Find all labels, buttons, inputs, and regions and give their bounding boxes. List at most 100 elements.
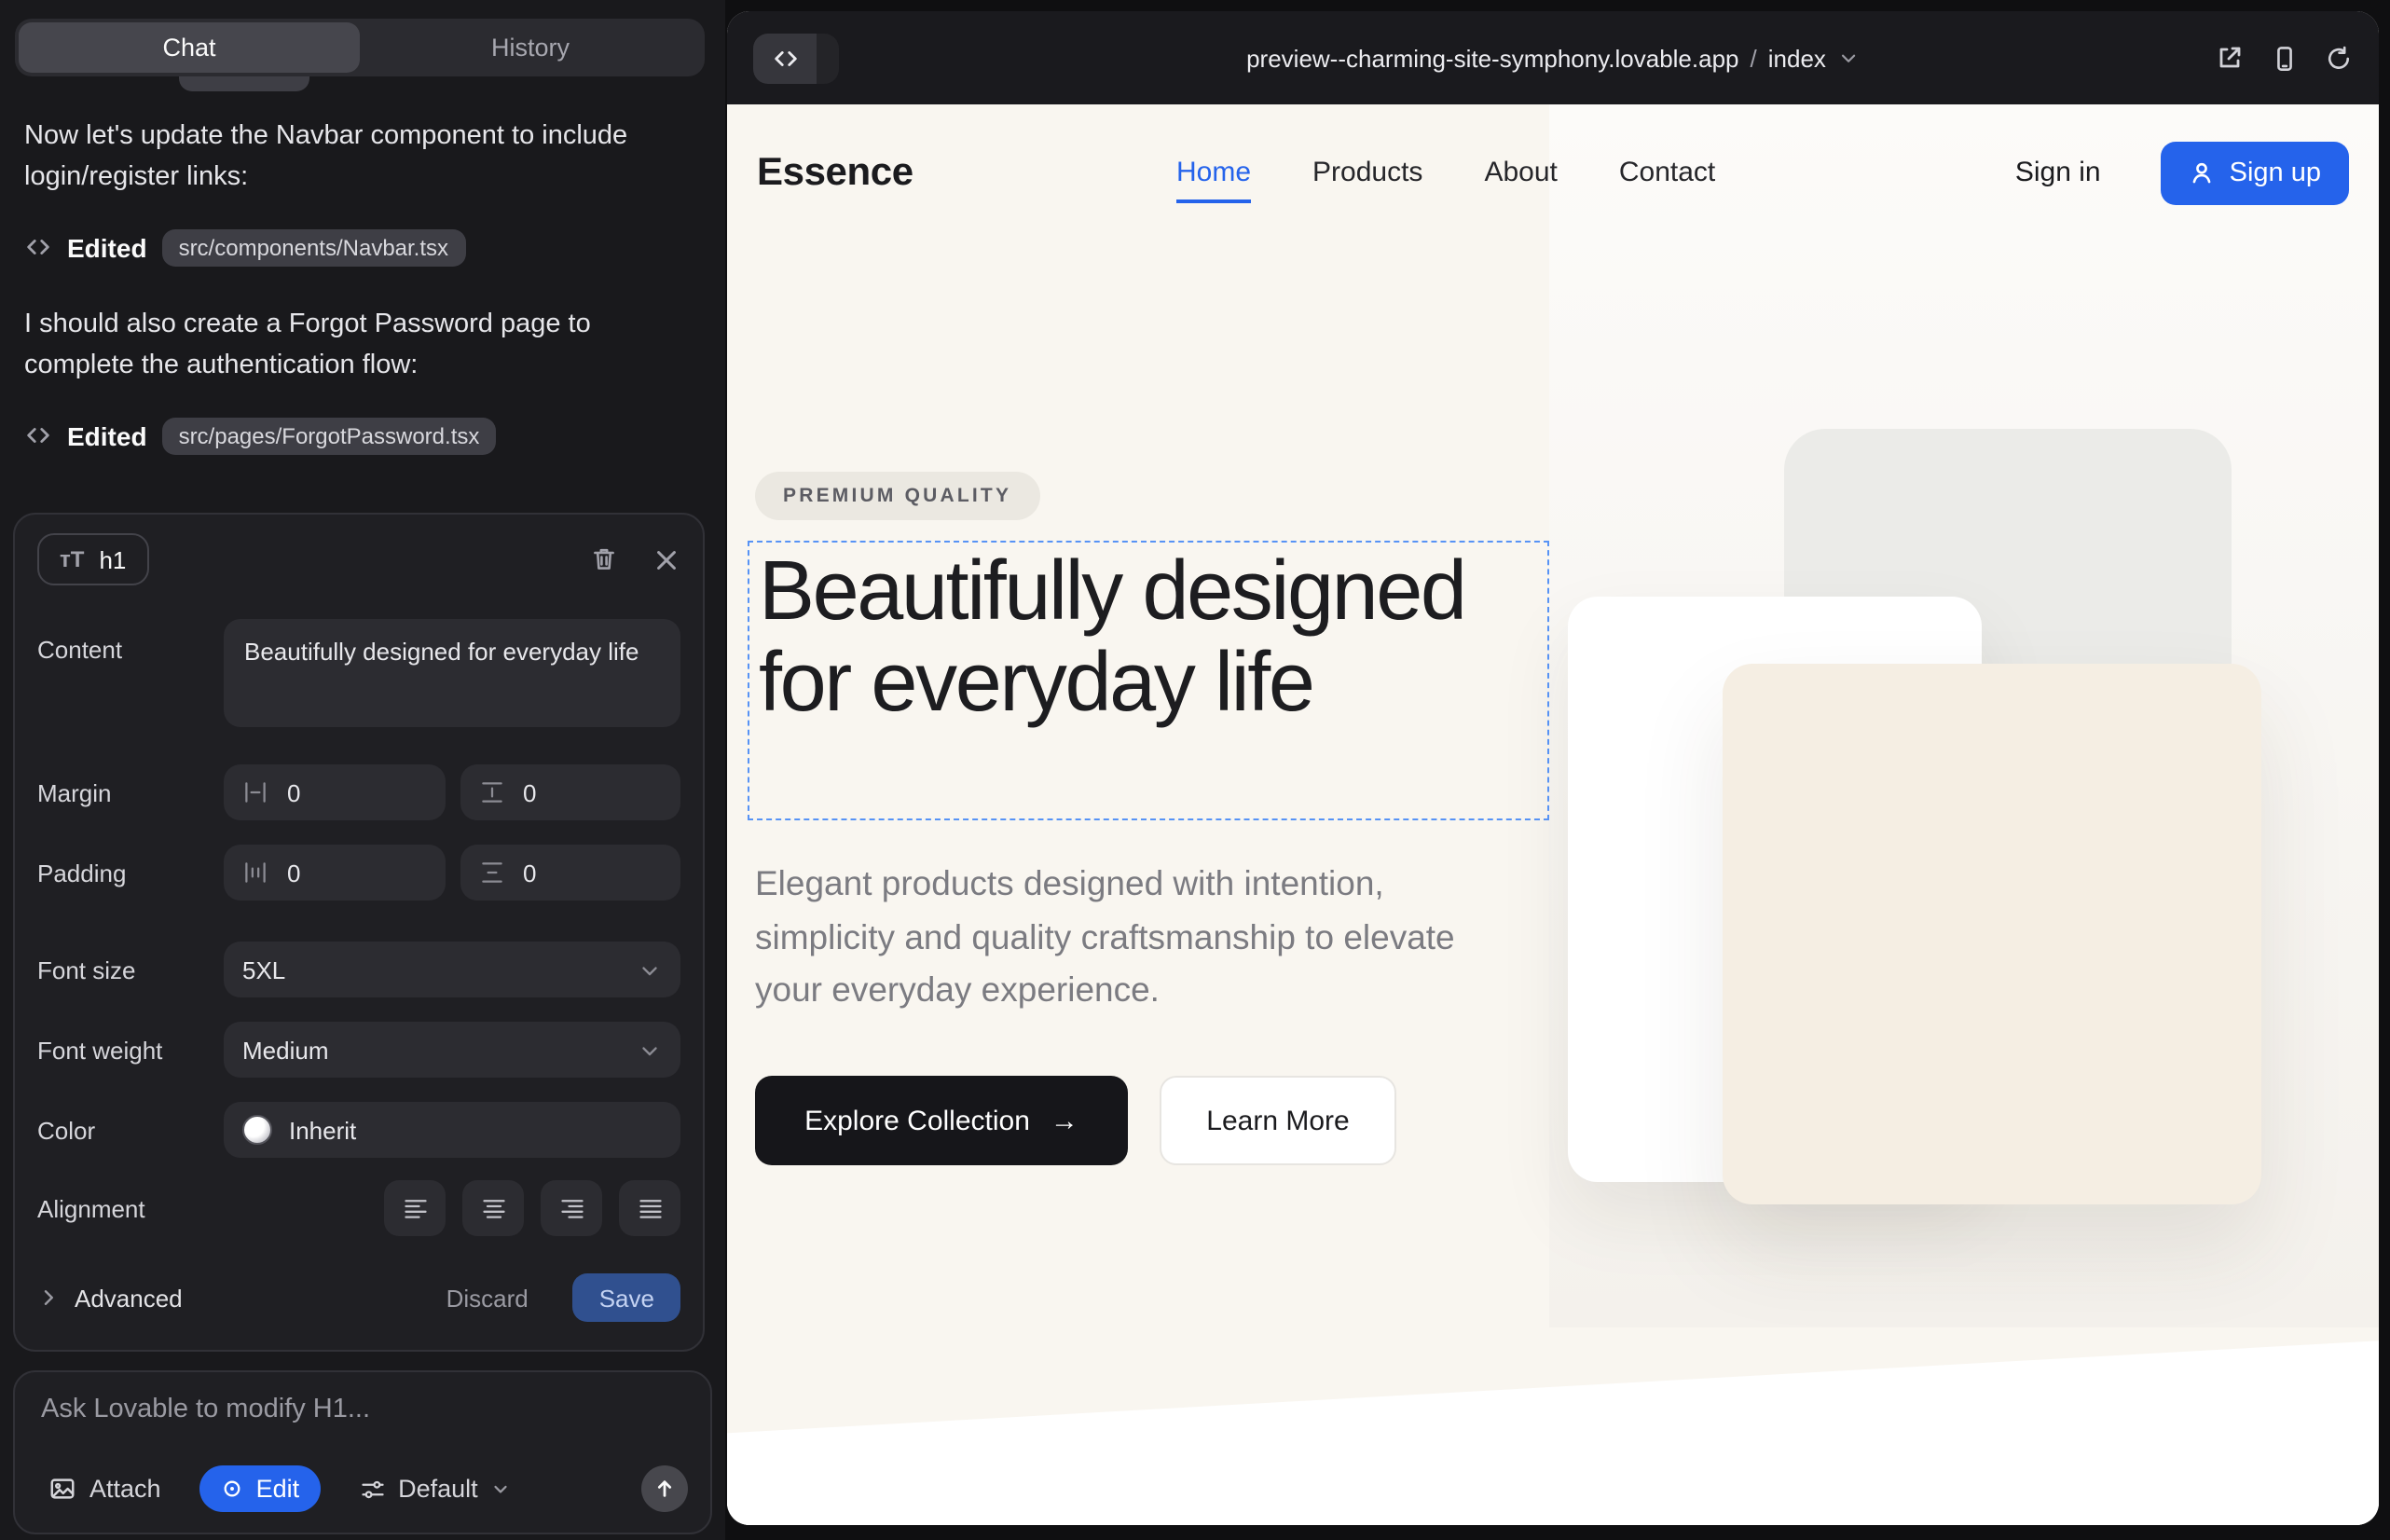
file-chip[interactable]: src/components/Navbar.tsx [162, 229, 465, 267]
sliders-icon [359, 1476, 385, 1502]
panel-tabs: Chat History [15, 19, 705, 76]
align-center-button[interactable] [462, 1180, 524, 1236]
align-justify-icon [637, 1196, 663, 1220]
open-external-button[interactable] [2215, 43, 2245, 73]
chevron-right-icon [37, 1286, 60, 1309]
editor-header: тT h1 [37, 533, 680, 585]
nav-link-home[interactable]: Home [1176, 157, 1251, 188]
file-edit-row: Edited src/components/Navbar.tsx [24, 229, 703, 267]
element-tag: h1 [99, 545, 126, 573]
font-weight-row: Font weight Medium [37, 1022, 680, 1078]
close-icon [652, 545, 680, 573]
sign-up-button[interactable]: Sign up [2161, 141, 2349, 204]
diagonal-band [727, 1335, 2379, 1525]
color-label: Color [37, 1116, 224, 1144]
file-chip[interactable]: src/pages/ForgotPassword.tsx [162, 418, 497, 455]
trash-icon [589, 544, 619, 574]
font-size-row: Font size 5XL [37, 942, 680, 997]
site-canvas: Essence Home Products About Contact Sign… [727, 104, 2379, 1525]
tab-chat[interactable]: Chat [19, 22, 360, 73]
typography-icon: тT [60, 546, 84, 572]
color-value: Inherit [289, 1116, 356, 1144]
align-justify-button[interactable] [619, 1180, 680, 1236]
hero-description: Elegant products designed with intention… [755, 858, 1504, 1017]
preview-url[interactable]: preview--charming-site-symphony.lovable.… [1246, 44, 1860, 72]
align-left-icon [402, 1196, 428, 1220]
edited-label: Edited [67, 421, 147, 451]
nav-link-products[interactable]: Products [1312, 157, 1422, 188]
site-logo[interactable]: Essence [757, 150, 913, 195]
site-auth: Sign in Sign up [2004, 141, 2349, 204]
preview-topbar: preview--charming-site-symphony.lovable.… [727, 11, 2379, 104]
color-swatch-icon [242, 1115, 272, 1145]
nav-link-contact[interactable]: Contact [1619, 157, 1715, 188]
attach-label: Attach [89, 1475, 161, 1503]
chat-messages: Now let's update the Navbar component to… [24, 116, 703, 492]
learn-more-button[interactable]: Learn More [1160, 1076, 1396, 1165]
attach-button[interactable]: Attach [37, 1473, 172, 1505]
tab-history[interactable]: History [360, 22, 701, 73]
align-left-button[interactable] [384, 1180, 446, 1236]
mobile-preview-button[interactable] [2271, 44, 2299, 72]
alignment-label: Alignment [37, 1194, 224, 1222]
delete-element-button[interactable] [589, 544, 619, 574]
padding-x-input[interactable] [283, 857, 426, 888]
refresh-icon [2325, 44, 2353, 72]
image-icon [48, 1475, 76, 1503]
code-icon [753, 33, 817, 83]
padding-y-input[interactable] [519, 857, 662, 888]
content-input[interactable]: Beautifully designed for everyday life [224, 619, 680, 727]
padding-x-field [224, 845, 445, 901]
refresh-button[interactable] [2325, 44, 2353, 72]
element-tag-pill: тT h1 [37, 533, 148, 585]
content-label: Content [37, 619, 224, 664]
padding-y-field [460, 845, 680, 901]
send-button[interactable] [641, 1465, 688, 1512]
hero-badge: PREMIUM QUALITY [755, 472, 1039, 520]
site-navbar: Essence Home Products About Contact Sign… [727, 104, 2379, 241]
save-button[interactable]: Save [573, 1273, 680, 1322]
file-edit-row: Edited src/pages/ForgotPassword.tsx [24, 418, 703, 455]
hero-cta-row: Explore Collection → Learn More [755, 1076, 1396, 1165]
hero-title[interactable]: Beautifully designed for everyday life [759, 544, 1538, 727]
selected-heading-outline[interactable]: Beautifully designed for everyday life [748, 541, 1549, 820]
discard-button[interactable]: Discard [435, 1282, 540, 1313]
preview-domain: preview--charming-site-symphony.lovable.… [1246, 44, 1738, 72]
color-select[interactable]: Inherit [224, 1102, 680, 1158]
margin-horizontal-icon [242, 779, 268, 805]
decor-shape-beige [1723, 664, 2261, 1204]
close-editor-button[interactable] [652, 545, 680, 573]
chat-message: I should also create a Forgot Password p… [24, 304, 703, 388]
code-icon [24, 234, 52, 262]
margin-label: Margin [37, 778, 224, 806]
composer-input[interactable] [37, 1391, 688, 1447]
edit-mode-button[interactable]: Edit [200, 1465, 321, 1512]
margin-x-input[interactable] [283, 777, 426, 808]
nav-link-about[interactable]: About [1484, 157, 1557, 188]
target-icon [221, 1477, 245, 1501]
padding-row: Padding [37, 845, 680, 901]
chevron-down-icon [638, 1038, 662, 1062]
advanced-label: Advanced [75, 1284, 183, 1312]
alignment-row: Alignment [37, 1180, 680, 1236]
topbar-actions [2215, 43, 2353, 73]
chevron-down-icon [638, 957, 662, 982]
font-weight-select[interactable]: Medium [224, 1022, 680, 1078]
chevron-down-icon [491, 1478, 512, 1499]
margin-y-input[interactable] [519, 777, 662, 808]
mode-select-button[interactable]: Default [348, 1473, 523, 1505]
preview-page: index [1768, 44, 1826, 72]
element-editor: тT h1 Content Beautifully designed for e… [13, 513, 705, 1352]
edit-mode-label: Edit [256, 1475, 300, 1503]
explore-collection-button[interactable]: Explore Collection → [755, 1076, 1128, 1165]
margin-y-field [460, 764, 680, 820]
advanced-toggle[interactable]: Advanced [37, 1284, 183, 1312]
arrow-up-icon [652, 1477, 677, 1501]
code-view-toggle[interactable] [753, 33, 839, 83]
font-size-select[interactable]: 5XL [224, 942, 680, 997]
margin-row: Margin [37, 764, 680, 820]
sign-in-button[interactable]: Sign in [2004, 155, 2112, 190]
arrow-right-icon: → [1051, 1105, 1078, 1136]
align-right-button[interactable] [541, 1180, 602, 1236]
padding-vertical-icon [478, 859, 504, 886]
